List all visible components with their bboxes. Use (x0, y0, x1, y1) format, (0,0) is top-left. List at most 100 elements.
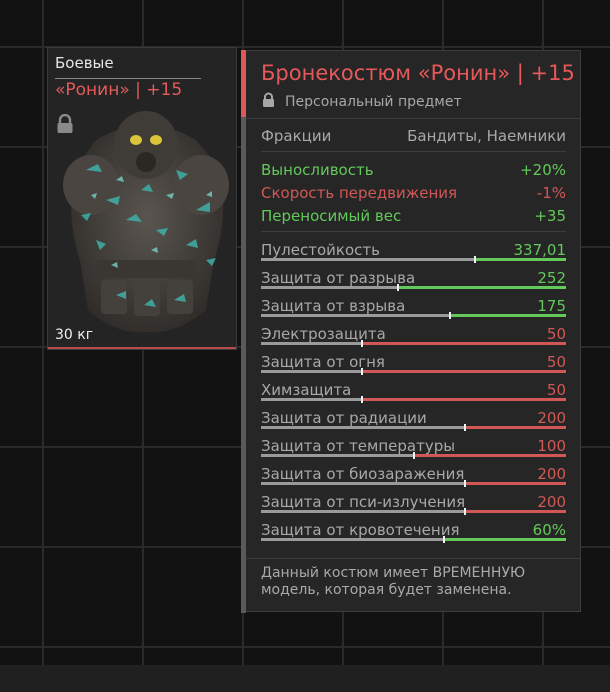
stat-row: Защита от радиации 200 (261, 407, 566, 431)
stat-value: 50 (546, 381, 566, 399)
bonus-value: +20% (520, 161, 566, 179)
tooltip-title: Бронекостюм «Ронин» | +15 (261, 61, 575, 85)
stat-bar-base (261, 510, 466, 513)
bonus-label: Выносливость (261, 161, 374, 179)
stat-bar (261, 480, 566, 487)
stat-label: Защита от температуры (261, 437, 456, 455)
factions-row: Фракции Бандиты, Наемники (261, 127, 566, 145)
stat-bar (261, 424, 566, 431)
stat-bar (261, 368, 566, 375)
stat-bar-marker (360, 368, 363, 375)
stat-label: Химзащита (261, 381, 352, 399)
stat-bar-marker (443, 536, 445, 543)
bonus-label: Переносимый вес (261, 207, 402, 225)
stat-value: 200 (537, 465, 566, 483)
stat-bar (261, 536, 566, 543)
stat-value: 60% (532, 521, 566, 539)
stat-bar-delta (465, 426, 566, 429)
stat-label: Защита от кровотечения (261, 521, 460, 539)
stat-bar-base (261, 258, 475, 261)
factions-divider (261, 151, 566, 152)
description-divider (246, 558, 580, 559)
header-divider (246, 118, 580, 119)
stat-label: Защита от пси-излучения (261, 493, 466, 511)
item-card-ronin[interactable]: Боевые «Ронин» | +15 30 кг (47, 47, 237, 350)
stat-row: Защита от пси-излучения 200 (261, 491, 566, 515)
item-tooltip: Бронекостюм «Ронин» | +15 Персональный п… (241, 50, 581, 613)
stat-bar-marker (464, 508, 467, 515)
stat-label: Защита от огня (261, 353, 385, 371)
stat-value: 252 (537, 269, 566, 287)
stat-bar (261, 312, 566, 319)
stat-bar-marker (449, 312, 452, 319)
stat-label: Защита от взрыва (261, 297, 406, 315)
item-weight: 30 кг (55, 327, 94, 343)
tooltip-accent-bar (241, 50, 246, 118)
stat-bar-delta (474, 258, 566, 261)
stat-row: Защита от биозаражения 200 (261, 463, 566, 487)
lock-icon (56, 113, 74, 138)
stat-value: 50 (546, 325, 566, 343)
bottom-bar (0, 665, 610, 692)
stat-bar (261, 396, 566, 403)
stat-bar (261, 256, 566, 263)
stat-row: Защита от разрыва 252 (261, 267, 566, 291)
bonus-divider (261, 231, 566, 232)
stat-bar-delta (465, 510, 566, 513)
stat-bar-marker (412, 452, 415, 459)
stat-row: Электрозащита 50 (261, 323, 566, 347)
stat-row: Химзащита 50 (261, 379, 566, 403)
bonus-value: +35 (534, 207, 566, 225)
stat-label: Защита от радиации (261, 409, 427, 427)
stat-row: Защита от взрыва 175 (261, 295, 566, 319)
stat-bar-delta (361, 398, 566, 401)
stat-bar (261, 340, 566, 347)
bonus-row: Выносливость +20% (261, 161, 566, 179)
bonus-label: Скорость передвижения (261, 184, 458, 202)
stat-row: Пулестойкость 337,01 (261, 239, 567, 263)
bonus-value: -1% (536, 184, 566, 202)
factions-value: Бандиты, Наемники (407, 127, 566, 145)
item-category: Боевые (55, 54, 114, 72)
stat-value: 200 (537, 409, 566, 427)
stat-value: 175 (537, 297, 566, 315)
armor-suit-image (63, 111, 229, 333)
lock-icon (262, 92, 275, 112)
stat-row: Защита от кровотечения 60% (261, 519, 566, 543)
item-name: «Ронин» | +15 (55, 80, 183, 100)
stat-label: Защита от биозаражения (261, 465, 465, 483)
stat-bar-delta (361, 342, 566, 345)
stat-label: Защита от разрыва (261, 269, 416, 287)
stat-bar-marker (397, 284, 400, 291)
stat-bar-base (261, 482, 466, 485)
stat-bar-delta (361, 370, 566, 373)
stat-value: 337,01 (513, 241, 567, 259)
personal-item-label: Персональный предмет (285, 94, 462, 110)
personal-item-row: Персональный предмет (262, 92, 462, 112)
stat-bar-base (261, 426, 466, 429)
stat-bar-delta (450, 314, 566, 317)
stat-bar-delta (398, 286, 566, 289)
bonus-row: Скорость передвижения -1% (261, 184, 566, 202)
stat-label: Электрозащита (261, 325, 386, 343)
stat-row: Защита от огня 50 (261, 351, 566, 375)
stat-value: 100 (537, 437, 566, 455)
card-bottom-accent (48, 347, 236, 349)
stat-label: Пулестойкость (261, 241, 380, 259)
stat-bar-base (261, 314, 451, 317)
stat-bar-base (261, 454, 414, 457)
stat-bar (261, 452, 566, 459)
stat-value: 50 (546, 353, 566, 371)
card-divider (55, 78, 201, 79)
stat-row: Защита от температуры 100 (261, 435, 566, 459)
bonus-row: Переносимый вес +35 (261, 207, 566, 225)
stat-bar-marker (464, 424, 467, 431)
stat-bar-marker (473, 256, 476, 263)
stat-bar-delta (444, 538, 566, 541)
stat-bar-marker (360, 396, 363, 403)
stat-bar-base (261, 342, 362, 345)
stat-bar-delta (413, 454, 566, 457)
stat-bar-marker (464, 480, 467, 487)
tooltip-left-edge (241, 117, 246, 613)
stat-bar (261, 284, 566, 291)
